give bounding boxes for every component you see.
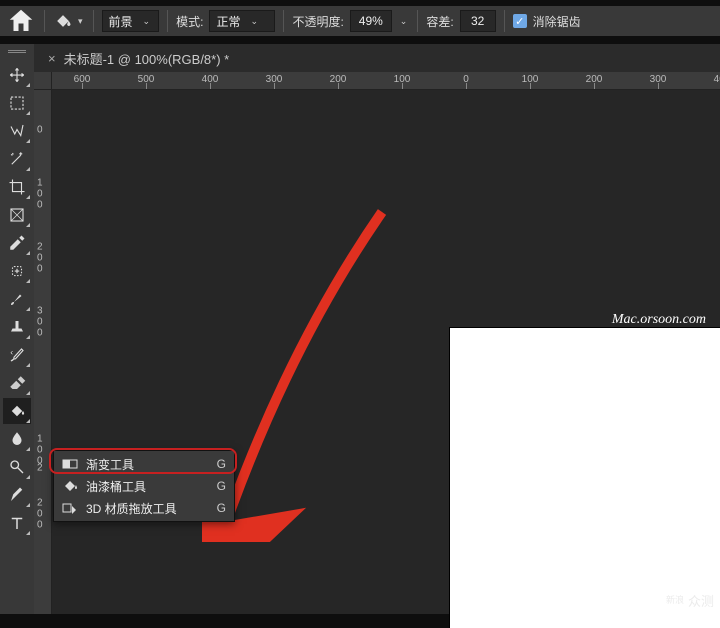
workspace: 6005004003002001000100200300400 01002003… [34,72,720,614]
tolerance-value[interactable]: 32 [460,10,496,32]
document-canvas[interactable] [450,328,720,628]
flyout-label: 油漆桶工具 [86,478,146,495]
flyout-label: 3D 材质拖放工具 [86,500,177,517]
flyout-shortcut: G [217,501,226,515]
foreground-label: 前景 [109,13,133,30]
crop-tool[interactable] [3,174,31,200]
chevron-down-icon: ⌄ [248,16,260,27]
document-tab[interactable]: 未标题-1 @ 100%(RGB/8*) * [64,49,230,68]
close-tab-icon[interactable]: × [48,51,56,66]
frame-tool[interactable] [3,202,31,228]
flyout-shortcut: G [217,479,226,493]
tool-flyout: 渐变工具 G 油漆桶工具 G 3D 材质拖放工具 G [53,450,235,522]
dodge-tool[interactable] [3,454,31,480]
antialias-checkbox[interactable]: ✓ [513,14,527,28]
marquee-tool[interactable] [3,90,31,116]
chevron-down-icon: ⌄ [141,16,153,27]
lasso-tool[interactable] [3,118,31,144]
pen-tool[interactable] [3,482,31,508]
foreground-select[interactable]: 前景 ⌄ [102,10,160,32]
flyout-gradient-tool[interactable]: 渐变工具 G [54,453,234,475]
home-icon [6,6,36,36]
watermark-text: Mac.orsoon.com [612,312,706,328]
mode-select[interactable]: 正常 ⌄ [209,10,275,32]
separator [167,10,168,32]
antialias-label: 消除锯齿 [533,13,581,30]
magic-wand-tool[interactable] [3,146,31,172]
brand-small: 新浪 [666,596,684,605]
paint-bucket-icon [53,11,73,31]
document-tabbar: × 未标题-1 @ 100%(RGB/8*) * [34,44,720,72]
mode-value: 正常 [216,13,240,30]
healing-tool[interactable] [3,258,31,284]
material-drop-icon [62,500,78,516]
home-button[interactable] [6,8,36,34]
ruler-horizontal[interactable]: 6005004003002001000100200300400 [52,72,720,90]
toolbox [0,44,34,614]
separator [93,10,94,32]
eyedropper-tool[interactable] [3,230,31,256]
mode-label: 模式: [176,13,203,30]
brand-big: 众测 [688,591,714,610]
canvas-area[interactable]: Mac.orsoon.com 新浪 众测 [52,90,720,614]
separator [283,10,284,32]
history-brush-tool[interactable] [3,342,31,368]
separator [417,10,418,32]
clone-stamp-tool[interactable] [3,314,31,340]
brush-tool[interactable] [3,286,31,312]
opacity-label: 不透明度: [292,13,343,30]
flyout-paint-bucket-tool[interactable]: 油漆桶工具 G [54,475,234,497]
opacity-value[interactable]: 49% [350,10,392,32]
eraser-tool[interactable] [3,370,31,396]
chevron-down-icon[interactable]: ⌄ [398,16,410,27]
panel-grip[interactable] [8,50,26,56]
chevron-down-icon: ▾ [76,16,85,27]
paint-bucket-tool[interactable] [3,398,31,424]
separator [504,10,505,32]
flyout-3d-material-tool[interactable]: 3D 材质拖放工具 G [54,497,234,519]
type-tool[interactable] [3,510,31,536]
blur-tool[interactable] [3,426,31,452]
paint-bucket-icon [62,478,78,494]
flyout-label: 渐变工具 [86,456,134,473]
move-tool[interactable] [3,62,31,88]
separator [44,10,45,32]
tolerance-label: 容差: [426,13,453,30]
ruler-vertical[interactable]: 01002003001002002 [34,90,52,614]
flyout-shortcut: G [217,457,226,471]
fill-tool-indicator[interactable]: ▾ [53,11,85,31]
gradient-icon [62,456,78,472]
ruler-corner [34,72,52,90]
brand-watermark: 新浪 众测 [666,591,714,610]
options-bar: ▾ 前景 ⌄ 模式: 正常 ⌄ 不透明度: 49% ⌄ 容差: 32 ✓ 消除锯… [0,6,720,36]
